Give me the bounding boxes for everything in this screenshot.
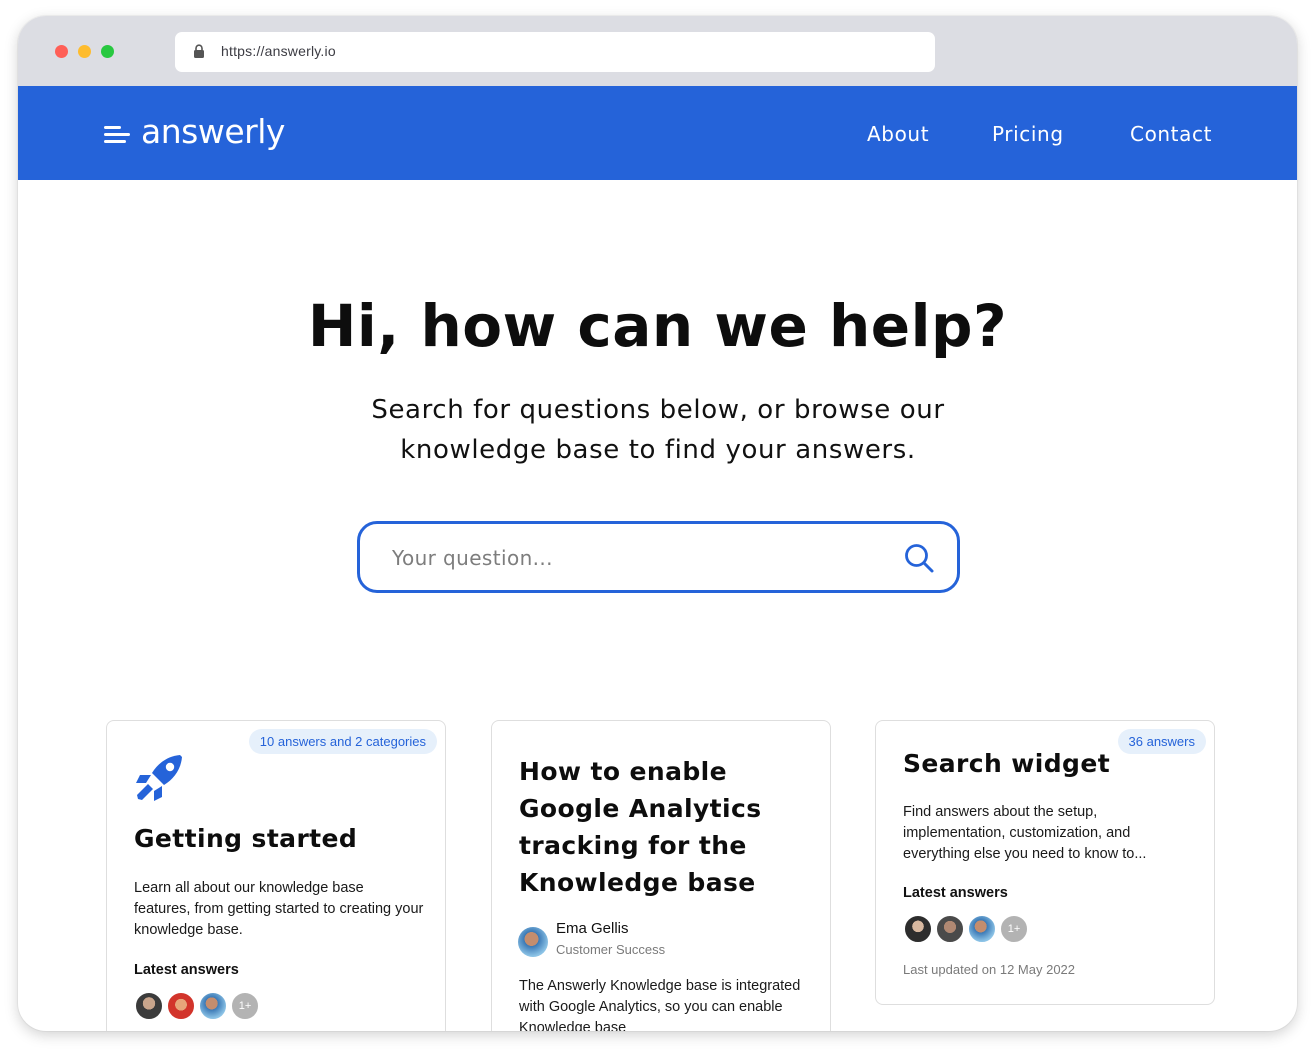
avatar[interactable] (903, 914, 933, 944)
answer-count-badge: 36 answers (1117, 729, 1206, 754)
avatar[interactable] (935, 914, 965, 944)
category-card-search-widget[interactable]: 36 answers Search widget Find answers ab… (875, 720, 1215, 1005)
menu-icon[interactable] (104, 126, 130, 146)
page-title: Hi, how can we help? (307, 292, 1008, 360)
article-card-google-analytics[interactable]: How to enable Google Analytics tracking … (491, 720, 831, 1031)
url-text: https://answerly.io (221, 43, 336, 59)
avatar[interactable] (198, 991, 228, 1021)
search-icon[interactable] (903, 542, 935, 574)
rocket-icon (136, 755, 182, 801)
lock-icon (194, 44, 204, 58)
more-avatars-badge[interactable]: 1+ (230, 991, 260, 1021)
nav-link-pricing[interactable]: Pricing (992, 122, 1064, 146)
maximize-window-button[interactable] (101, 45, 114, 58)
more-avatars-badge[interactable]: 1+ (999, 914, 1029, 944)
site-header: answerly About Pricing Contact (18, 86, 1297, 180)
close-window-button[interactable] (55, 45, 68, 58)
nav-link-contact[interactable]: Contact (1130, 122, 1212, 146)
browser-toolbar: https://answerly.io (18, 16, 1297, 86)
author-name: Ema Gellis (556, 920, 629, 937)
avatar[interactable] (166, 991, 196, 1021)
category-card-getting-started[interactable]: 10 answers and 2 categories Getting star… (106, 720, 446, 1031)
logo[interactable]: answerly (141, 112, 285, 151)
minimize-window-button[interactable] (78, 45, 91, 58)
card-title: Getting started (134, 824, 358, 853)
card-title: How to enable Google Analytics tracking … (519, 757, 762, 897)
answer-count-badge: 10 answers and 2 categories (248, 729, 437, 754)
card-description: The Answerly Knowledge base is integrate… (519, 978, 801, 1031)
card-description: Learn all about our knowledge base featu… (134, 880, 424, 938)
search-box (357, 521, 960, 593)
search-input[interactable] (392, 544, 872, 572)
author-role: Customer Success (556, 942, 666, 957)
latest-answers-label: Latest answers (134, 962, 239, 978)
card-title: Search widget (903, 749, 1111, 778)
last-updated-text: Last updated on 12 May 2022 (903, 962, 1076, 977)
browser-window: https://answerly.io answerly About Prici… (18, 16, 1297, 1031)
page-subtitle: Search for questions below, or browse ou… (371, 395, 945, 465)
card-description: Find answers about the setup, implementa… (903, 804, 1147, 862)
nav-link-about[interactable]: About (867, 122, 929, 146)
address-bar[interactable]: https://answerly.io (175, 32, 935, 72)
avatar[interactable] (134, 991, 164, 1021)
avatar (518, 927, 548, 957)
avatar[interactable] (967, 914, 997, 944)
latest-answers-label: Latest answers (903, 885, 1008, 901)
